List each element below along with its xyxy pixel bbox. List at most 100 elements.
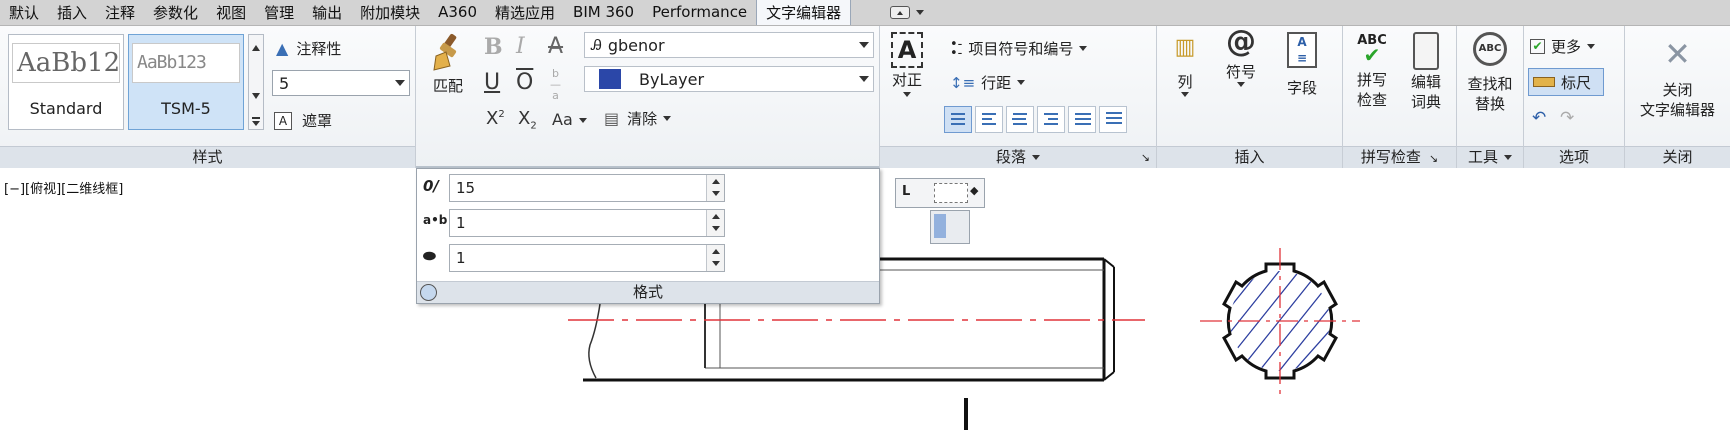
tab-performance[interactable]: Performance — [643, 0, 756, 25]
tab-a360[interactable]: A360 — [429, 0, 486, 25]
insert-panel: ▥ 列 @ 符号 A ≡ 字段 插入 — [1157, 26, 1343, 168]
annotative-toggle[interactable]: ▲ 注释性 — [276, 38, 341, 59]
field-button[interactable]: A ≡ 字段 — [1277, 32, 1327, 98]
style-swatch-standard[interactable]: AaBb12 Standard — [8, 34, 124, 130]
justify-button[interactable]: A 对正 — [886, 32, 928, 97]
tab-bim360[interactable]: BIM 360 — [564, 0, 643, 25]
style-name-standard: Standard — [29, 99, 103, 118]
width-factor-input[interactable]: 1 — [449, 244, 725, 272]
tab-featured-apps[interactable]: 精选应用 — [486, 0, 564, 25]
symbol-label: 符号 — [1225, 63, 1256, 81]
stack-button[interactable]: b — a — [550, 68, 561, 101]
ruler-toggle[interactable]: 标尺 — [1528, 68, 1604, 96]
dialog-launcher-icon[interactable]: ↘ — [1429, 152, 1438, 165]
mtext-edit-box[interactable] — [930, 210, 970, 244]
redo-button[interactable]: ↷ — [1560, 108, 1574, 128]
options-panel: ✔ 更多 标尺 ↶ ↷ 选项 — [1524, 26, 1625, 168]
mask-button[interactable]: A 遮罩 — [274, 110, 332, 131]
ribbon-tab-bar: 默认 插入 注释 参数化 视图 管理 输出 附加模块 A360 精选应用 BIM… — [0, 0, 1730, 26]
ruler-handle-icon[interactable]: ◆ — [970, 184, 978, 197]
insert-panel-title: 插入 — [1157, 146, 1342, 168]
tab-text-editor[interactable]: 文字编辑器 — [756, 0, 852, 25]
more-button[interactable]: ✔ 更多 — [1530, 36, 1596, 57]
overline-button[interactable]: O — [516, 70, 533, 95]
align-right-button[interactable] — [1037, 106, 1065, 133]
tracking-spinner[interactable] — [706, 210, 724, 236]
tracking-input[interactable]: 1 — [449, 209, 725, 237]
width-factor-icon: ⬬ — [423, 247, 436, 265]
annotative-icon: ▲ — [276, 39, 289, 58]
spline-section-outline — [1222, 262, 1338, 380]
mask-icon: A — [274, 111, 292, 130]
oblique-angle-input[interactable]: 15 — [449, 174, 725, 202]
edit-dictionary-label2: 词典 — [1410, 93, 1441, 111]
match-format-label: 匹配 — [432, 77, 463, 95]
font-combo[interactable]: Ꭿ gbenor — [584, 32, 874, 58]
italic-button[interactable]: I — [516, 34, 525, 59]
format-panel: 匹配 B I A U O b — a X2 X2 Aa Ꭿ gbenor ByLay… — [416, 26, 880, 168]
bold-button[interactable]: B — [484, 34, 503, 60]
close-text-editor-button[interactable]: ✕ 关闭 文字编辑器 — [1625, 36, 1730, 120]
align-justify-button[interactable] — [1068, 106, 1096, 133]
pin-icon[interactable] — [420, 284, 437, 301]
undo-button[interactable]: ↶ — [1532, 108, 1546, 128]
align-default-button[interactable] — [944, 106, 972, 133]
tab-insert[interactable]: 插入 — [48, 0, 96, 25]
tab-stop-icon[interactable]: L — [902, 184, 910, 199]
dialog-launcher-icon[interactable]: ↘ — [1141, 147, 1150, 168]
style-swatch-tsm5[interactable]: AaBb123 TSM-5 — [128, 34, 244, 130]
font-icon: Ꭿ — [591, 36, 602, 54]
color-combo[interactable]: ByLayer — [584, 66, 874, 92]
columns-button[interactable]: ▥ 列 — [1165, 37, 1205, 97]
font-value: gbenor — [607, 35, 665, 55]
edit-dictionary-button[interactable]: 编辑 词典 — [1401, 32, 1451, 112]
change-case-button[interactable]: Aa — [552, 110, 587, 129]
viewport-controls[interactable]: [−][俯视][二维线框] — [4, 178, 123, 197]
tab-view[interactable]: 视图 — [207, 0, 255, 25]
tab-addins[interactable]: 附加模块 — [351, 0, 429, 25]
ruler-label: 标尺 — [1561, 73, 1592, 92]
style-panel-title: 样式 — [0, 146, 415, 168]
spell-check-label2: 检查 — [1356, 91, 1387, 109]
line-spacing-button[interactable]: ↕≡ 行距 — [950, 72, 1026, 93]
tab-manage[interactable]: 管理 — [255, 0, 303, 25]
spell-check-button[interactable]: ABC ✔ 拼写 检查 — [1347, 34, 1397, 110]
close-label2: 文字编辑器 — [1639, 101, 1715, 119]
clear-format-button[interactable]: ▤ 清除 — [604, 108, 672, 129]
style-preview-standard: AaBb12 — [12, 43, 120, 83]
tools-panel: ABC 查找和 替换 工具 — [1457, 26, 1524, 168]
style-gallery-scroll[interactable] — [248, 34, 264, 130]
align-center-button[interactable] — [1006, 106, 1034, 133]
underline-button[interactable]: U — [484, 70, 500, 95]
tab-default[interactable]: 默认 — [0, 0, 48, 25]
tab-parametric[interactable]: 参数化 — [144, 0, 207, 25]
close-icon: ✕ — [1664, 35, 1691, 73]
field-label: 字段 — [1286, 79, 1317, 97]
width-factor-spinner[interactable] — [706, 245, 724, 271]
superscript-button[interactable]: X2 — [486, 108, 505, 129]
match-format-button[interactable]: 匹配 — [428, 32, 468, 96]
tab-output[interactable]: 输出 — [303, 0, 351, 25]
find-replace-button[interactable]: ABC 查找和 替换 — [1459, 32, 1521, 114]
tab-annotate[interactable]: 注释 — [96, 0, 144, 25]
subscript-button[interactable]: X2 — [518, 108, 537, 132]
strikethrough-button[interactable]: A — [548, 34, 563, 59]
text-height-combo[interactable]: 5 — [272, 70, 410, 96]
spellcheck-panel-title[interactable]: 拼写检查 ↘ — [1343, 146, 1456, 168]
break-line — [588, 303, 601, 379]
paragraph-panel-title[interactable]: 段落 ↘ — [880, 146, 1156, 168]
tools-panel-title[interactable]: 工具 — [1457, 146, 1523, 168]
bullets-button[interactable]: •- •- 项目符号和编号 — [950, 38, 1088, 60]
color-swatch — [599, 69, 621, 89]
symbol-button[interactable]: @ 符号 — [1219, 27, 1263, 87]
mtext-ruler[interactable]: L ◆ — [895, 178, 985, 208]
paintbrush-icon — [433, 33, 457, 71]
oblique-spinner[interactable] — [706, 175, 724, 201]
align-left-button[interactable] — [975, 106, 1003, 133]
tracking-icon: a•b — [423, 213, 448, 227]
oblique-angle-value: 15 — [456, 179, 476, 197]
close-panel: ✕ 关闭 文字编辑器 关闭 — [1625, 26, 1730, 168]
align-distribute-button[interactable] — [1099, 106, 1127, 133]
close-label1: 关闭 — [1662, 81, 1693, 99]
ribbon-minimize-button[interactable] — [881, 0, 933, 25]
